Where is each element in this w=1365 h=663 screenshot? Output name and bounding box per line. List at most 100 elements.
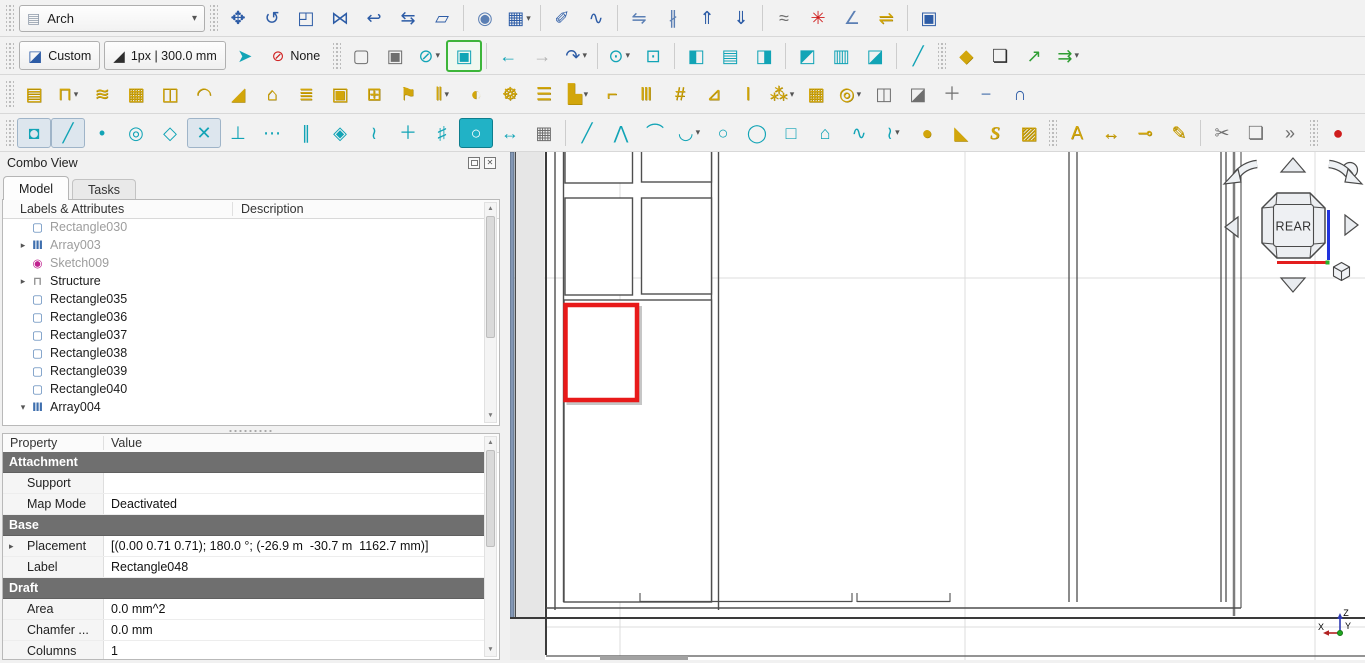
make-link-icon[interactable]: ⇉▾ (1051, 41, 1085, 71)
toolbar-grip[interactable] (6, 120, 14, 146)
draft-fillet-icon[interactable]: ⌒ (638, 118, 672, 148)
property-scrollbar[interactable]: ▲ ▼ (484, 436, 497, 657)
arch-pipe-icon[interactable]: ‖▾ (425, 79, 459, 109)
draft-hatch-icon[interactable]: ▨ (1012, 118, 1046, 148)
window-right[interactable] (1069, 152, 1241, 616)
box-element-selection-icon[interactable]: ▣ (378, 41, 412, 71)
tree-item-Array004[interactable]: ▾ⅢArray004 (3, 398, 484, 416)
snap-extension-icon[interactable]: ⋯ (255, 118, 289, 148)
snap-parallel-icon[interactable]: ∥ (289, 118, 323, 148)
navicube-mini-cube[interactable] (1334, 263, 1350, 281)
macro-record-icon[interactable]: ● (1321, 118, 1355, 148)
property-group-base[interactable]: Base (3, 515, 484, 536)
draft-circle-icon[interactable]: ○ (706, 118, 740, 148)
property-value[interactable]: 1 (104, 641, 484, 660)
draft-facebinder-icon[interactable]: ◣ (944, 118, 978, 148)
toolbar-grip[interactable] (1049, 120, 1057, 146)
arch-pipe-connector-icon[interactable]: ◎▾ (833, 79, 867, 109)
arch-frame-icon[interactable]: ⌐ (595, 79, 629, 109)
view-front-icon[interactable]: ◧ (679, 41, 713, 71)
snap-dimensions-icon[interactable]: ↔ (493, 118, 527, 148)
view-rear-icon[interactable]: ◩ (790, 41, 824, 71)
property-value[interactable]: Deactivated (104, 494, 484, 514)
draft-dimension-icon[interactable]: ↔ (1094, 118, 1128, 148)
toolbar-grip[interactable] (938, 43, 946, 69)
toolbar-overflow-icon[interactable]: » (1273, 118, 1307, 148)
arch-add-icon[interactable]: ＋ (935, 79, 969, 109)
cut-icon[interactable]: ✂ (1205, 118, 1239, 148)
trim-extend-icon[interactable]: ⇆ (391, 3, 425, 33)
snap-ortho-icon[interactable]: ＋ (391, 118, 425, 148)
draft-label-icon[interactable]: ⊸ (1128, 118, 1162, 148)
rotate-icon[interactable]: ↺ (255, 3, 289, 33)
draft-wire-icon[interactable]: ⋀ (604, 118, 638, 148)
property-row-label[interactable]: LabelRectangle048 (3, 557, 484, 578)
tree-column-labels[interactable]: Labels & Attributes (3, 202, 233, 216)
property-row-placement[interactable]: ▸Placement[(0.00 0.71 0.71); 180.0 °; (-… (3, 536, 484, 557)
toolbar-grip[interactable] (333, 43, 341, 69)
window-pane[interactable] (642, 198, 712, 294)
arch-grid-icon[interactable]: ⊞ (357, 79, 391, 109)
arch-building-icon[interactable]: ⌂ (255, 79, 289, 109)
view-right-icon[interactable]: ◨ (747, 41, 781, 71)
draft-text-icon[interactable]: A (1060, 118, 1094, 148)
view-top-icon[interactable]: ▤ (713, 41, 747, 71)
navigation-cube[interactable]: REAR (1224, 158, 1362, 292)
arch-rebar-icon[interactable]: ≋ (85, 79, 119, 109)
downgrade-icon[interactable]: ⇓ (724, 3, 758, 33)
view-bottom-icon[interactable]: ▥ (824, 41, 858, 71)
arch-add-component-icon[interactable]: ▣ (323, 79, 357, 109)
annotation-styles-icon[interactable]: ✎ (1162, 118, 1196, 148)
view-left-icon[interactable]: ◪ (858, 41, 892, 71)
toolbar-grip[interactable] (6, 43, 14, 69)
navicube-arrow-left[interactable] (1225, 217, 1238, 237)
3d-view-canvas[interactable]: REAR X Y Z (510, 152, 1365, 660)
arch-survey-icon[interactable]: ∩ (1003, 79, 1037, 109)
arch-material-icon[interactable]: ⁂▾ (765, 79, 799, 109)
edit-mode-icon[interactable]: ▣ (446, 40, 482, 72)
arch-cut-volume-icon[interactable]: ◪ (901, 79, 935, 109)
panel-close-icon[interactable]: ✕ (484, 157, 496, 169)
snap-grid-icon[interactable]: ♯ (425, 118, 459, 148)
tree-item-Rectangle038[interactable]: ▢Rectangle038 (3, 344, 484, 362)
snap-midpoint-icon[interactable]: • (85, 118, 119, 148)
property-value[interactable]: [(0.00 0.71 0.71); 180.0 °; (-26.9 m -30… (104, 536, 484, 556)
arch-truss-icon[interactable]: ⊿ (697, 79, 731, 109)
arch-reference-icon[interactable]: ⚑ (391, 79, 425, 109)
autogroup-button[interactable]: ⊘None (264, 42, 328, 69)
arch-panel-icon[interactable]: ▙▾ (561, 79, 595, 109)
arch-beam-icon[interactable]: I (731, 79, 765, 109)
tree-scrollbar[interactable]: ▲ ▼ (484, 202, 497, 423)
tree-item-Rectangle035[interactable]: ▢Rectangle035 (3, 290, 484, 308)
arch-stairs-icon[interactable]: ☰ (527, 79, 561, 109)
property-expander-icon[interactable]: ▸ (9, 536, 14, 556)
tree-item-Rectangle030[interactable]: ▢Rectangle030 (3, 218, 484, 236)
window-pane[interactable] (565, 152, 633, 183)
window-pane[interactable] (565, 198, 633, 295)
snap-working-plane-icon[interactable]: ○ (459, 118, 493, 148)
tree-expander-icon[interactable]: ▸ (17, 276, 29, 287)
measure-icon[interactable]: ╱ (901, 41, 935, 71)
zoom-icon[interactable]: ⊙▾ (602, 41, 636, 71)
arch-wall-icon[interactable]: ▤ (17, 79, 51, 109)
property-value[interactable]: 0.0 mm^2 (104, 599, 484, 619)
toolbar-grip[interactable] (210, 5, 218, 31)
property-row-columns[interactable]: Columns1 (3, 641, 484, 660)
tree-item-Sketch009[interactable]: ◉Sketch009 (3, 254, 484, 272)
draft-polygon-icon[interactable]: ⌂ (808, 118, 842, 148)
flip-dimension-icon[interactable]: ⇌ (869, 3, 903, 33)
move-icon[interactable]: ✥ (221, 3, 255, 33)
upgrade-icon[interactable]: ⇑ (690, 3, 724, 33)
navicube-arrow-right[interactable] (1345, 215, 1358, 235)
property-group-draft[interactable]: Draft (3, 578, 484, 599)
scroll-down-icon[interactable]: ▼ (485, 644, 496, 656)
arch-fence-post-icon[interactable]: Ⅲ (629, 79, 663, 109)
offset-icon[interactable]: ↩ (357, 3, 391, 33)
copy-icon[interactable]: ❏ (1239, 118, 1273, 148)
arch-roof-icon[interactable]: ◢ (221, 79, 255, 109)
shape-2d-view-icon[interactable]: ▣ (912, 3, 946, 33)
arch-curtain-wall-icon[interactable]: ▦ (119, 79, 153, 109)
arch-building-part-icon[interactable]: ◠ (187, 79, 221, 109)
selected-rectangle[interactable] (566, 305, 641, 403)
arch-remove-icon[interactable]: − (969, 79, 1003, 109)
